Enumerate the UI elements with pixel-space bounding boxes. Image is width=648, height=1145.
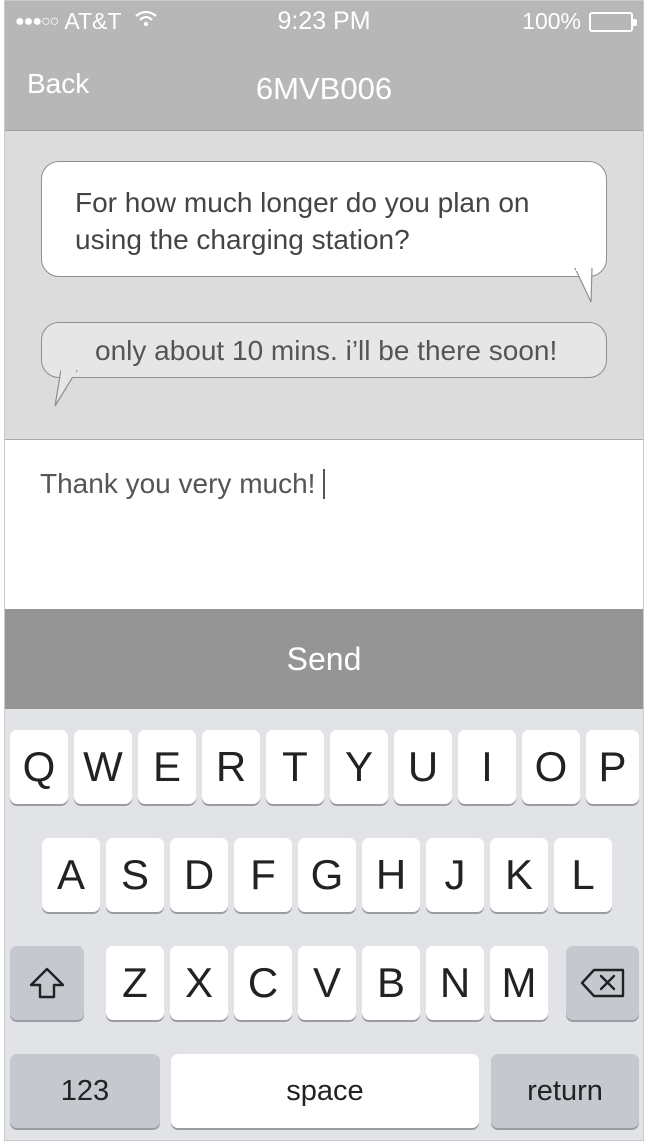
incoming-message-text: only about 10 mins. i’ll be there soon! [95,335,558,366]
conversation-title: 6MVB006 [255,71,393,106]
battery-icon [589,11,637,32]
key-h[interactable]: H [362,838,420,912]
key-s[interactable]: S [106,838,164,912]
key-a[interactable]: A [42,838,100,912]
delete-icon [580,968,624,998]
shift-key[interactable] [10,946,84,1020]
key-j[interactable]: J [426,838,484,912]
key-r[interactable]: R [202,730,260,804]
key-y[interactable]: Y [330,730,388,804]
key-d[interactable]: D [170,838,228,912]
text-cursor [323,469,326,499]
numbers-key[interactable]: 123 [10,1054,160,1128]
key-e[interactable]: E [138,730,196,804]
key-n[interactable]: N [426,946,484,1020]
key-v[interactable]: V [298,946,356,1020]
key-w[interactable]: W [74,730,132,804]
key-u[interactable]: U [394,730,452,804]
battery-status: 100% [522,8,637,35]
delete-key[interactable] [566,946,639,1020]
key-p[interactable]: P [586,730,639,804]
message-line: using the charging station? [75,224,410,255]
key-b[interactable]: B [362,946,420,1020]
incoming-message-bubble: only about 10 mins. i’ll be there soon! [41,322,607,378]
key-o[interactable]: O [522,730,580,804]
navigation-bar: Back 6MVB006 [5,41,643,131]
space-key[interactable]: space [171,1054,479,1128]
send-button[interactable]: Send [5,609,643,709]
outgoing-message-bubble: For how much longer do you plan on using… [41,161,607,277]
keyboard: Q W E R T Y U I O P A S D F G H J K L Z … [5,709,643,1140]
outgoing-bubble-tail [574,268,593,303]
key-l[interactable]: L [554,838,612,912]
key-t[interactable]: T [266,730,324,804]
message-input-text[interactable]: Thank you very much! [40,468,326,500]
key-f[interactable]: F [234,838,292,912]
incoming-bubble-tail [54,370,78,407]
message-thread: For how much longer do you plan on using… [5,132,643,440]
key-z[interactable]: Z [106,946,164,1020]
key-q[interactable]: Q [10,730,68,804]
key-x[interactable]: X [170,946,228,1020]
battery-percent: 100% [522,8,581,34]
status-bar: ●●●○○ AT&T 9:23 PM 100% [5,1,643,41]
key-c[interactable]: C [234,946,292,1020]
key-m[interactable]: M [490,946,548,1020]
message-input[interactable]: Thank you very much! [5,440,643,610]
return-key[interactable]: return [491,1054,639,1128]
shift-icon [29,967,65,999]
message-draft: Thank you very much! [40,468,316,499]
key-k[interactable]: K [490,838,548,912]
message-line: For how much longer do you plan on [75,187,530,218]
phone-screen: ●●●○○ AT&T 9:23 PM 100% Back 6MVB006 For… [4,0,644,1141]
key-i[interactable]: I [458,730,516,804]
key-g[interactable]: G [298,838,356,912]
